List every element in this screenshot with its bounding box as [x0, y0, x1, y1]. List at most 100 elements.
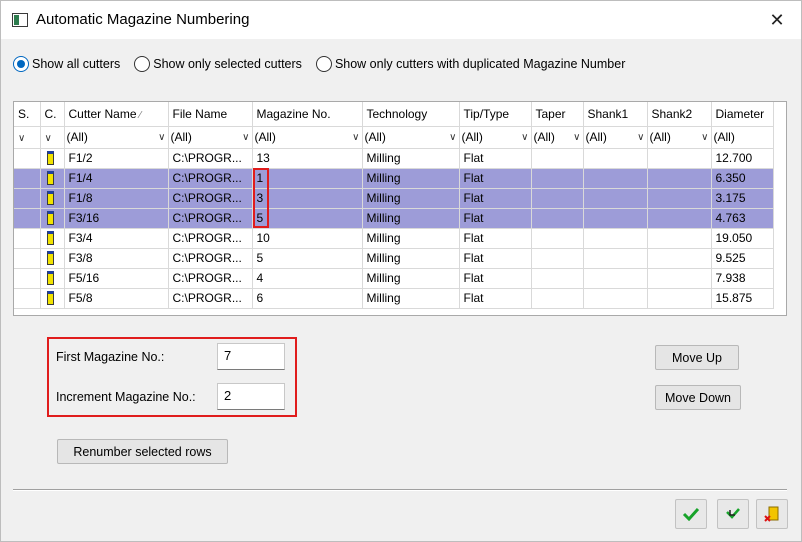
- cell-cutter-name[interactable]: F5/8: [64, 288, 169, 309]
- cell-file-name[interactable]: C:\PROGR...: [168, 168, 253, 189]
- cell-file-name[interactable]: C:\PROGR...: [168, 268, 253, 289]
- cell-tip-type[interactable]: Flat: [459, 148, 532, 169]
- column-header-taper[interactable]: Taper: [531, 102, 584, 127]
- cell-cutter-name[interactable]: F5/16: [64, 268, 169, 289]
- column-header-technology[interactable]: Technology: [362, 102, 460, 127]
- column-header-shank1[interactable]: Shank1: [583, 102, 648, 127]
- first-magazine-input[interactable]: 7: [217, 343, 285, 370]
- filter-dropdown[interactable]: (All) ∨: [252, 126, 363, 149]
- cell-tip-type[interactable]: Flat: [459, 288, 532, 309]
- cell-taper[interactable]: [531, 288, 584, 309]
- filter-dropdown[interactable]: (All) ∨: [583, 126, 648, 149]
- table-row[interactable]: F3/16 C:\PROGR... 5 Milling Flat 4.763: [14, 208, 774, 229]
- cell-shank2[interactable]: [647, 208, 712, 229]
- cell-taper[interactable]: [531, 208, 584, 229]
- cancel-button[interactable]: [756, 499, 788, 529]
- cell-taper[interactable]: [531, 148, 584, 169]
- radio-button[interactable]: [134, 56, 151, 72]
- cell-select[interactable]: [14, 248, 41, 269]
- filter-dropdown[interactable]: (All): [711, 126, 774, 149]
- cell-diameter[interactable]: 4.763: [711, 208, 774, 229]
- cell-diameter[interactable]: 9.525: [711, 248, 774, 269]
- cell-magazine-no[interactable]: 3: [252, 188, 363, 209]
- cell-shank1[interactable]: [583, 208, 648, 229]
- cell-taper[interactable]: [531, 248, 584, 269]
- cell-tip-type[interactable]: Flat: [459, 168, 532, 189]
- table-row[interactable]: F1/8 C:\PROGR... 3 Milling Flat 3.175: [14, 188, 774, 209]
- cell-tip-type[interactable]: Flat: [459, 228, 532, 249]
- column-header-select[interactable]: S.: [14, 102, 41, 127]
- cell-magazine-no[interactable]: 10: [252, 228, 363, 249]
- filter-dropdown[interactable]: (All) ∨: [531, 126, 584, 149]
- cell-shank1[interactable]: [583, 248, 648, 269]
- column-header-cutter-name[interactable]: Cutter Name ⁄: [64, 102, 169, 127]
- cell-magazine-no[interactable]: 6: [252, 288, 363, 309]
- cell-tip-type[interactable]: Flat: [459, 188, 532, 209]
- cell-shank2[interactable]: [647, 248, 712, 269]
- cell-file-name[interactable]: C:\PROGR...: [168, 248, 253, 269]
- cell-technology[interactable]: Milling: [362, 228, 460, 249]
- column-header-magazine-no[interactable]: Magazine No.: [252, 102, 363, 127]
- filter-dropdown[interactable]: ∨: [40, 126, 65, 149]
- cell-technology[interactable]: Milling: [362, 288, 460, 309]
- table-row[interactable]: F3/4 C:\PROGR... 10 Milling Flat 19.050: [14, 228, 774, 249]
- cell-taper[interactable]: [531, 228, 584, 249]
- cell-cutter-name[interactable]: F3/8: [64, 248, 169, 269]
- cell-magazine-no[interactable]: 1: [252, 168, 363, 189]
- radio-show-selected[interactable]: Show only selected cutters: [134, 56, 302, 72]
- cell-diameter[interactable]: 3.175: [711, 188, 774, 209]
- apply-button[interactable]: [717, 499, 749, 529]
- cell-cutter-name[interactable]: F3/4: [64, 228, 169, 249]
- column-header-shank2[interactable]: Shank2: [647, 102, 712, 127]
- cell-shank2[interactable]: [647, 268, 712, 289]
- cell-shank2[interactable]: [647, 228, 712, 249]
- radio-show-duplicated[interactable]: Show only cutters with duplicated Magazi…: [315, 56, 625, 72]
- cell-color[interactable]: [40, 268, 65, 289]
- increment-magazine-input[interactable]: 2: [217, 383, 285, 410]
- cell-select[interactable]: [14, 268, 41, 289]
- cell-shank1[interactable]: [583, 288, 648, 309]
- cell-diameter[interactable]: 12.700: [711, 148, 774, 169]
- radio-show-all[interactable]: Show all cutters: [13, 56, 120, 72]
- cell-color[interactable]: [40, 208, 65, 229]
- cell-file-name[interactable]: C:\PROGR...: [168, 228, 253, 249]
- cell-shank1[interactable]: [583, 168, 648, 189]
- cell-color[interactable]: [40, 288, 65, 309]
- cell-file-name[interactable]: C:\PROGR...: [168, 288, 253, 309]
- move-up-button[interactable]: Move Up: [655, 345, 739, 370]
- column-header-diameter[interactable]: Diameter: [711, 102, 774, 127]
- cell-cutter-name[interactable]: F1/4: [64, 168, 169, 189]
- cell-shank2[interactable]: [647, 188, 712, 209]
- cell-magazine-no[interactable]: 4: [252, 268, 363, 289]
- cell-tip-type[interactable]: Flat: [459, 208, 532, 229]
- cell-select[interactable]: [14, 168, 41, 189]
- cell-file-name[interactable]: C:\PROGR...: [168, 148, 253, 169]
- cell-cutter-name[interactable]: F3/16: [64, 208, 169, 229]
- table-row[interactable]: F1/2 C:\PROGR... 13 Milling Flat 12.700: [14, 148, 774, 169]
- close-icon[interactable]: ✕: [763, 7, 791, 33]
- cell-magazine-no[interactable]: 13: [252, 148, 363, 169]
- ok-button[interactable]: [675, 499, 707, 529]
- cell-taper[interactable]: [531, 268, 584, 289]
- cell-diameter[interactable]: 6.350: [711, 168, 774, 189]
- cell-color[interactable]: [40, 188, 65, 209]
- cell-tip-type[interactable]: Flat: [459, 268, 532, 289]
- cell-technology[interactable]: Milling: [362, 188, 460, 209]
- cutter-grid[interactable]: S. C. Cutter Name ⁄ File Name Magazine No…: [13, 101, 787, 316]
- cell-file-name[interactable]: C:\PROGR...: [168, 208, 253, 229]
- table-row[interactable]: F5/8 C:\PROGR... 6 Milling Flat 15.875: [14, 288, 774, 309]
- cell-shank1[interactable]: [583, 148, 648, 169]
- cell-taper[interactable]: [531, 168, 584, 189]
- cell-color[interactable]: [40, 248, 65, 269]
- cell-cutter-name[interactable]: F1/8: [64, 188, 169, 209]
- filter-dropdown[interactable]: (All) ∨: [459, 126, 532, 149]
- filter-dropdown[interactable]: (All) ∨: [64, 126, 169, 149]
- cell-tip-type[interactable]: Flat: [459, 248, 532, 269]
- move-down-button[interactable]: Move Down: [655, 385, 741, 410]
- cell-shank2[interactable]: [647, 168, 712, 189]
- cell-select[interactable]: [14, 208, 41, 229]
- cell-taper[interactable]: [531, 188, 584, 209]
- cell-file-name[interactable]: C:\PROGR...: [168, 188, 253, 209]
- column-header-file-name[interactable]: File Name: [168, 102, 253, 127]
- cell-color[interactable]: [40, 228, 65, 249]
